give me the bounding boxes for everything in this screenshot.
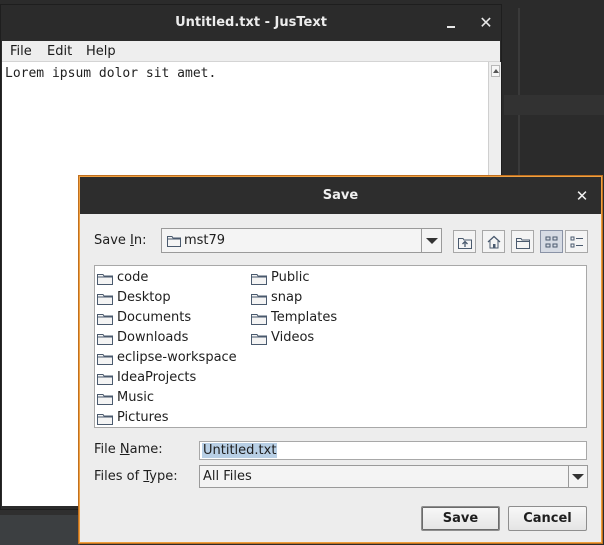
file-name-label: File Name:	[94, 442, 163, 457]
list-item-label: Documents	[117, 310, 192, 325]
file-type-label-text: Files of	[94, 469, 144, 484]
minimize-button[interactable]	[441, 13, 461, 33]
cancel-button[interactable]: Cancel	[508, 506, 587, 531]
list-item-label: Public	[271, 270, 310, 285]
list-item-label: snap	[271, 290, 303, 305]
list-item-label: Downloads	[117, 330, 189, 345]
folder-icon	[97, 334, 113, 345]
folder-icon	[251, 274, 267, 285]
file-name-label-suffix: ame:	[129, 442, 163, 457]
file-name-value[interactable]: Untitled.txt	[202, 443, 278, 458]
new-folder-button[interactable]	[511, 230, 534, 253]
dialog-close-button[interactable]: ✕	[572, 186, 592, 206]
details-view-icon	[570, 236, 583, 248]
list-item-label: Desktop	[117, 290, 171, 305]
save-dialog: Save ✕ Save In: mst79 code Desktop Docum…	[79, 176, 602, 543]
folder-icon	[97, 394, 113, 405]
background-panel-bottom	[0, 515, 80, 545]
list-item-label: IdeaProjects	[117, 370, 197, 385]
list-view-icon	[545, 236, 558, 248]
folder-icon	[97, 294, 113, 305]
list-item-label: eclipse-workspace	[117, 350, 237, 365]
folder-icon	[97, 314, 113, 325]
list-item-label: Pictures	[117, 410, 169, 425]
details-view-button[interactable]	[565, 230, 588, 253]
list-item-label: code	[117, 270, 149, 285]
folder-icon	[167, 236, 181, 247]
file-type-value: All Files	[203, 469, 252, 484]
folder-icon	[97, 374, 113, 385]
folder-icon	[97, 414, 113, 425]
file-list[interactable]: code Desktop Documents Downloads eclipse…	[94, 265, 587, 428]
scroll-up-arrow-icon[interactable]	[491, 65, 500, 77]
save-in-label-text: Save	[94, 233, 131, 248]
close-icon: ✕	[575, 187, 589, 205]
save-button[interactable]: Save	[421, 506, 500, 531]
folder-icon	[251, 294, 267, 305]
background-divider	[518, 8, 520, 178]
chevron-down-icon[interactable]	[421, 229, 441, 252]
editor-content[interactable]: Lorem ipsum dolor sit amet.	[5, 66, 216, 81]
file-type-combobox[interactable]: All Files	[199, 465, 588, 488]
editor-close-button[interactable]: ✕	[476, 13, 496, 33]
up-one-level-button[interactable]	[453, 230, 476, 253]
up-one-level-icon	[458, 238, 472, 249]
background-highlight-band	[504, 95, 604, 115]
save-in-combobox[interactable]: mst79	[161, 228, 442, 253]
menu-bar: File Edit Help	[2, 41, 500, 62]
file-name-label-mnemonic: N	[119, 442, 130, 457]
file-name-field[interactable]: Untitled.txt	[199, 441, 587, 460]
dialog-title-bar[interactable]: Save ✕	[80, 177, 601, 214]
chevron-down-icon[interactable]	[568, 466, 587, 487]
new-folder-icon	[516, 238, 530, 249]
list-item-label: Music	[117, 390, 154, 405]
list-view-button[interactable]	[540, 230, 563, 253]
list-item-label: Templates	[271, 310, 338, 325]
home-icon	[487, 235, 501, 249]
folder-icon	[97, 274, 113, 285]
file-type-label-suffix: ype:	[149, 469, 178, 484]
menu-help[interactable]: Help	[86, 44, 116, 59]
folder-icon	[251, 314, 267, 325]
editor-window-title: Untitled.txt - JusText	[175, 15, 327, 30]
editor-title-bar[interactable]: Untitled.txt - JusText ✕	[1, 5, 501, 41]
folder-icon	[97, 354, 113, 365]
file-type-label: Files of Type:	[94, 469, 178, 484]
close-icon: ✕	[479, 13, 493, 32]
dialog-title: Save	[322, 188, 359, 203]
folder-icon	[251, 334, 267, 345]
minimize-icon	[447, 26, 455, 28]
menu-edit[interactable]: Edit	[47, 44, 72, 59]
file-name-label-text: File	[94, 442, 120, 457]
list-item-label: Videos	[271, 330, 315, 345]
home-button[interactable]	[482, 230, 505, 253]
menu-file[interactable]: File	[10, 44, 32, 59]
save-in-label: Save In:	[94, 233, 147, 248]
current-folder-value: mst79	[184, 233, 226, 248]
save-in-label-suffix: n:	[133, 233, 147, 248]
